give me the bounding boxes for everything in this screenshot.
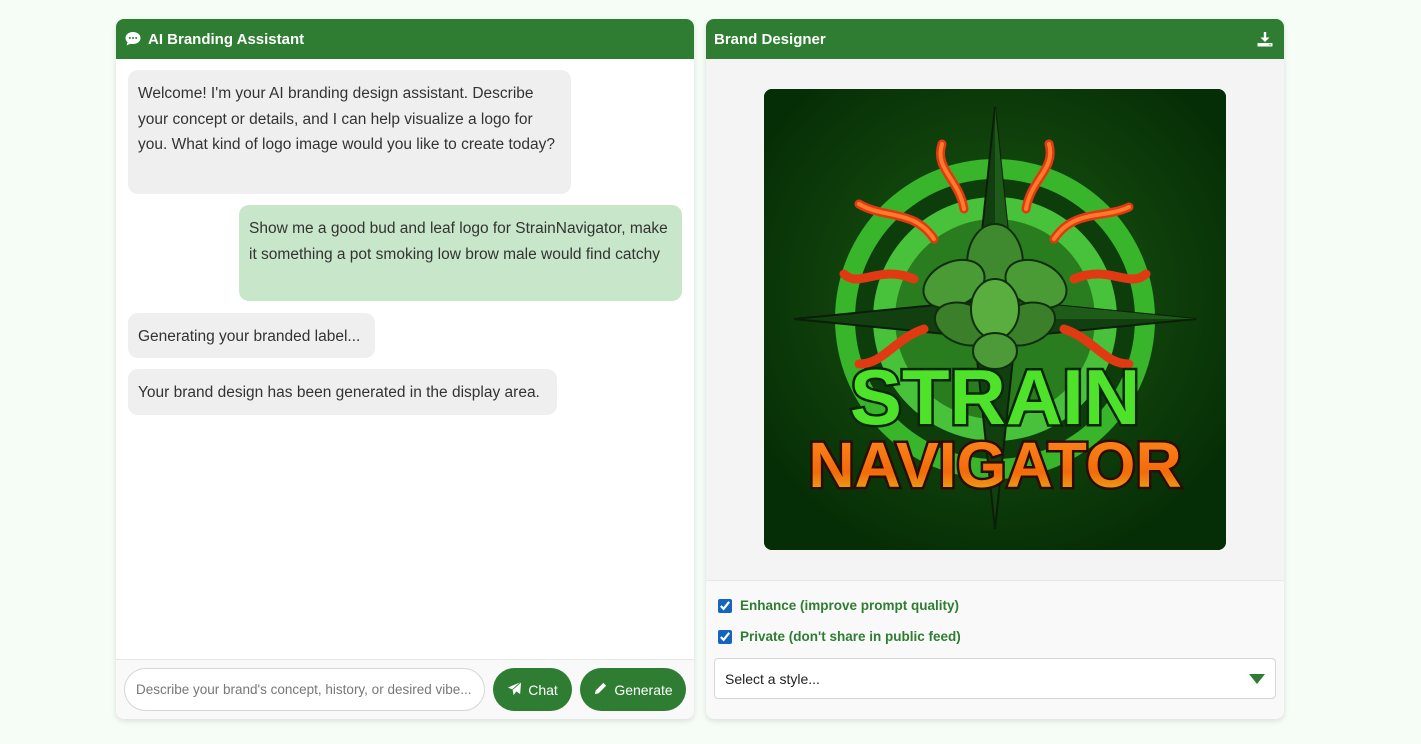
logo-text-line1: STRAIN	[850, 353, 1140, 441]
chat-message-bot: Generating your branded label...	[128, 313, 375, 358]
enhance-option[interactable]: Enhance (improve prompt quality)	[718, 598, 959, 613]
chat-message-bot: Your brand design has been generated in …	[128, 369, 557, 415]
generated-logo-image: STRAIN NAVIGATOR	[764, 89, 1226, 550]
generate-button-label: Generate	[614, 681, 673, 698]
chat-message-user: Show me a good bud and leaf logo for Str…	[239, 205, 682, 301]
chat-message-bot: Welcome! I'm your AI branding design ass…	[128, 70, 571, 194]
designer-panel: Brand Designer STRAIN NAVIGATOR Enhance …	[706, 19, 1284, 719]
designer-panel-title: Brand Designer	[714, 30, 826, 48]
message-list: Welcome! I'm your AI branding design ass…	[116, 59, 694, 659]
chat-panel: AI Branding Assistant Welcome! I'm your …	[116, 19, 694, 719]
chat-panel-title: AI Branding Assistant	[148, 30, 305, 48]
private-option[interactable]: Private (don't share in public feed)	[718, 629, 961, 644]
design-options: Enhance (improve prompt quality) Private…	[706, 580, 1284, 719]
style-select[interactable]: Select a style...	[714, 658, 1276, 699]
speech-bubble-icon	[124, 30, 142, 48]
private-label: Private (don't share in public feed)	[740, 629, 961, 644]
enhance-checkbox[interactable]	[718, 598, 732, 613]
download-icon[interactable]	[1256, 30, 1274, 48]
chat-panel-header: AI Branding Assistant	[116, 19, 694, 59]
chat-button[interactable]: Chat	[493, 668, 572, 711]
style-select-value: Select a style...	[725, 670, 820, 687]
logo-text-line2: NAVIGATOR	[808, 429, 1181, 501]
design-display-area: STRAIN NAVIGATOR	[706, 59, 1284, 580]
enhance-label: Enhance (improve prompt quality)	[740, 598, 960, 613]
pencil-icon	[593, 681, 608, 699]
designer-panel-header: Brand Designer	[706, 19, 1284, 59]
paper-plane-icon	[507, 681, 522, 699]
chevron-down-icon	[1249, 671, 1265, 687]
chat-input-bar: Chat Generate	[116, 659, 694, 719]
private-checkbox[interactable]	[718, 629, 732, 644]
generate-button[interactable]: Generate	[580, 668, 686, 711]
brand-description-input[interactable]	[124, 668, 485, 711]
chat-button-label: Chat	[528, 681, 558, 698]
